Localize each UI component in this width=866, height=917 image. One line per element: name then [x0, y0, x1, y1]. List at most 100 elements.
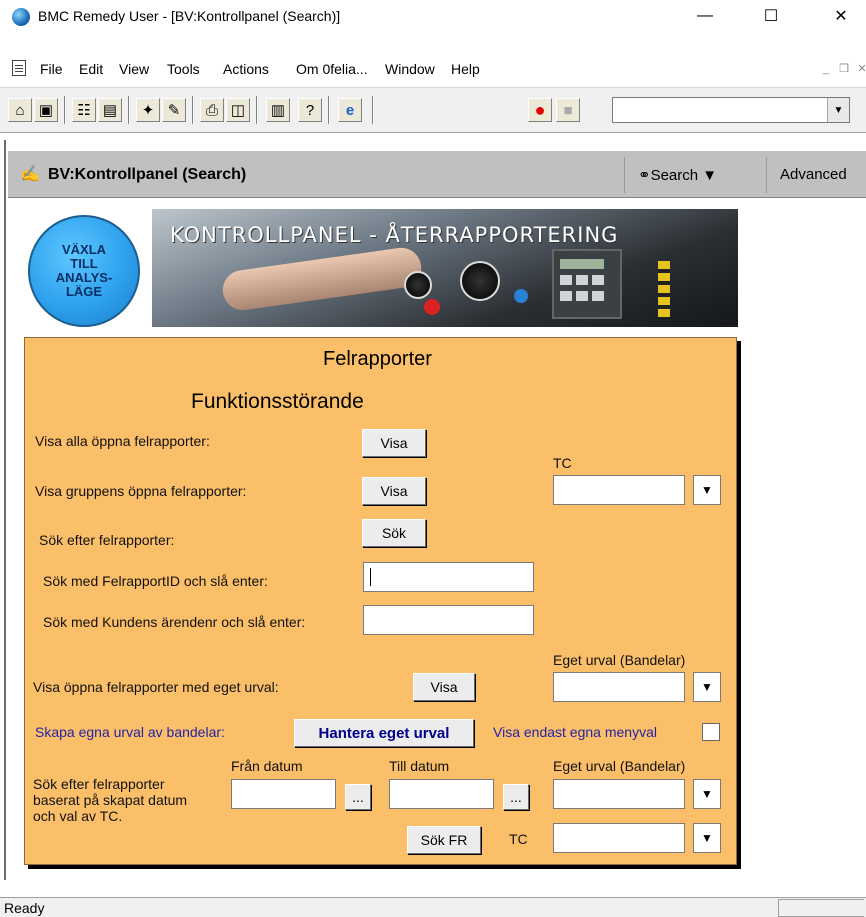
show-custom-button[interactable]: Visa — [413, 673, 475, 701]
banner-gauge — [404, 271, 432, 299]
status-bar: Ready — [0, 897, 866, 917]
new-request-icon[interactable]: ☷ — [72, 98, 96, 122]
menu-file[interactable]: File — [40, 61, 63, 77]
chevron-down-icon[interactable]: ▼ — [693, 475, 721, 505]
mdi-restore-icon[interactable]: ❐ — [836, 61, 852, 77]
search-reports-button[interactable]: Sök — [362, 519, 426, 547]
date-search-line-1: Sök efter felrapporter — [33, 776, 165, 792]
to-date-picker-button[interactable]: ... — [503, 784, 529, 810]
form-header-bar: ✍ BV:Kontrollpanel (Search) ⚭Search ▼ Ad… — [8, 150, 866, 198]
toolbar-combo[interactable]: ▼ — [612, 97, 850, 123]
properties-icon[interactable]: ▤ — [98, 98, 122, 122]
home-icon[interactable]: ⌂ — [8, 98, 32, 122]
report-icon[interactable]: ▥ — [266, 98, 290, 122]
browser-icon[interactable]: e — [338, 98, 362, 122]
preview-icon[interactable]: ◫ — [226, 98, 250, 122]
print-icon[interactable]: ⎙ — [200, 98, 224, 122]
menu-tools[interactable]: Tools — [167, 61, 200, 77]
binoculars-icon: ⚭ — [638, 167, 651, 184]
menu-window[interactable]: Window — [385, 61, 435, 77]
banner-lamp — [424, 299, 440, 315]
search-icon[interactable]: ✦ — [136, 98, 160, 122]
custom-selection-select-2[interactable] — [553, 779, 685, 809]
mdi-minimize-icon[interactable]: _ — [818, 61, 834, 77]
toolbar-separator — [192, 96, 194, 124]
custom-selection-label: Eget urval (Bandelar) — [553, 652, 686, 668]
edit-icon[interactable]: ✎ — [162, 98, 186, 122]
tc-select[interactable] — [553, 475, 685, 505]
analysis-line-2: TILL — [70, 256, 98, 271]
report-id-input[interactable] — [363, 562, 534, 592]
create-selection-label: Skapa egna urval av bandelar: — [35, 724, 225, 740]
toolbar-separator — [128, 96, 130, 124]
menu-om-ofelia[interactable]: Om 0felia... — [296, 61, 368, 77]
manage-selection-button[interactable]: Hantera eget urval — [294, 719, 474, 747]
status-panel — [778, 899, 864, 917]
banner-gauge — [460, 261, 500, 301]
own-menu-checkbox[interactable] — [702, 723, 720, 741]
search-button-label: Search — [650, 167, 699, 184]
toolbar-separator — [64, 96, 66, 124]
close-button[interactable]: ✕ — [818, 0, 864, 32]
banner-lamp — [514, 289, 528, 303]
chevron-down-icon[interactable]: ▼ — [693, 672, 721, 702]
custom-selection-label-2: Eget urval (Bandelar) — [553, 758, 686, 774]
from-date-picker-button[interactable]: ... — [345, 784, 371, 810]
search-fr-button[interactable]: Sök FR — [407, 826, 481, 854]
toolbar-separator — [328, 96, 330, 124]
show-group-button[interactable]: Visa — [362, 477, 426, 505]
status-text: Ready — [4, 900, 45, 916]
show-all-label: Visa alla öppna felrapporter: — [35, 433, 210, 449]
document-icon[interactable] — [12, 60, 26, 76]
report-id-label: Sök med FelrapportID och slå enter: — [43, 573, 268, 589]
header-separator — [766, 157, 767, 193]
customer-case-input[interactable] — [363, 605, 534, 635]
tc-label: TC — [553, 455, 572, 471]
to-date-input[interactable] — [389, 779, 494, 809]
advanced-button[interactable]: Advanced — [780, 166, 847, 183]
menu-actions[interactable]: Actions — [223, 61, 269, 77]
remedy-app-icon — [12, 8, 30, 26]
date-search-line-2: baserat på skapat datum — [33, 792, 188, 808]
chevron-down-icon[interactable]: ▼ — [693, 779, 721, 809]
record-icon[interactable]: ● — [528, 98, 552, 122]
window-title: BMC Remedy User - [BV:Kontrollpanel (Sea… — [38, 8, 341, 24]
chevron-down-icon[interactable]: ▼ — [827, 98, 849, 122]
toolbar-separator — [372, 96, 374, 124]
tc-select-2[interactable] — [553, 823, 685, 853]
date-search-line-3: och val av TC. — [33, 808, 123, 824]
show-all-button[interactable]: Visa — [362, 429, 426, 457]
chevron-down-icon[interactable]: ▼ — [693, 823, 721, 853]
search-button[interactable]: ⚭Search ▼ — [638, 166, 717, 184]
control-panel-banner: KONTROLLPANEL - ÅTERRAPPORTERING — [152, 209, 738, 327]
from-date-label: Från datum — [231, 758, 303, 774]
analysis-line-1: VÄXLA — [61, 242, 107, 257]
mdi-close-icon[interactable]: ✕ — [854, 61, 866, 77]
stop-icon[interactable]: ■ — [556, 98, 580, 122]
to-date-label: Till datum — [389, 758, 450, 774]
toolbar: ⌂ ▣ ☷ ▤ ✦ ✎ ⎙ ◫ ▥ ? e ● ■ ▼ — [0, 87, 866, 133]
show-group-label: Visa gruppens öppna felrapporter: — [35, 483, 247, 499]
from-date-input[interactable] — [231, 779, 336, 809]
minimize-button[interactable]: — — [682, 0, 728, 32]
custom-selection-select[interactable] — [553, 672, 685, 702]
title-bar: BMC Remedy User - [BV:Kontrollpanel (Sea… — [0, 0, 866, 32]
maximize-button[interactable]: ☐ — [748, 0, 794, 32]
menu-help[interactable]: Help — [451, 61, 480, 77]
analysis-line-3: ANALYS- — [55, 270, 113, 285]
help-icon[interactable]: ? — [298, 98, 322, 122]
banner-keypad — [552, 249, 622, 319]
menu-edit[interactable]: Edit — [79, 61, 103, 77]
menu-bar: File Edit View Tools Actions Om 0felia..… — [0, 56, 866, 82]
search-reports-label: Sök efter felrapporter: — [39, 532, 175, 548]
open-form-icon[interactable]: ▣ — [34, 98, 58, 122]
analysis-mode-button[interactable]: VÄXLA TILL ANALYS- LÄGE — [28, 215, 140, 327]
menu-view[interactable]: View — [119, 61, 149, 77]
banner-title: KONTROLLPANEL - ÅTERRAPPORTERING — [170, 223, 619, 247]
analysis-line-4: LÄGE — [65, 284, 103, 299]
header-separator — [624, 157, 625, 193]
form-search-icon: ✍ — [20, 166, 40, 183]
banner-indicator-lights — [658, 261, 670, 317]
toolbar-separator — [256, 96, 258, 124]
own-menu-label: Visa endast egna menyval — [493, 724, 657, 740]
